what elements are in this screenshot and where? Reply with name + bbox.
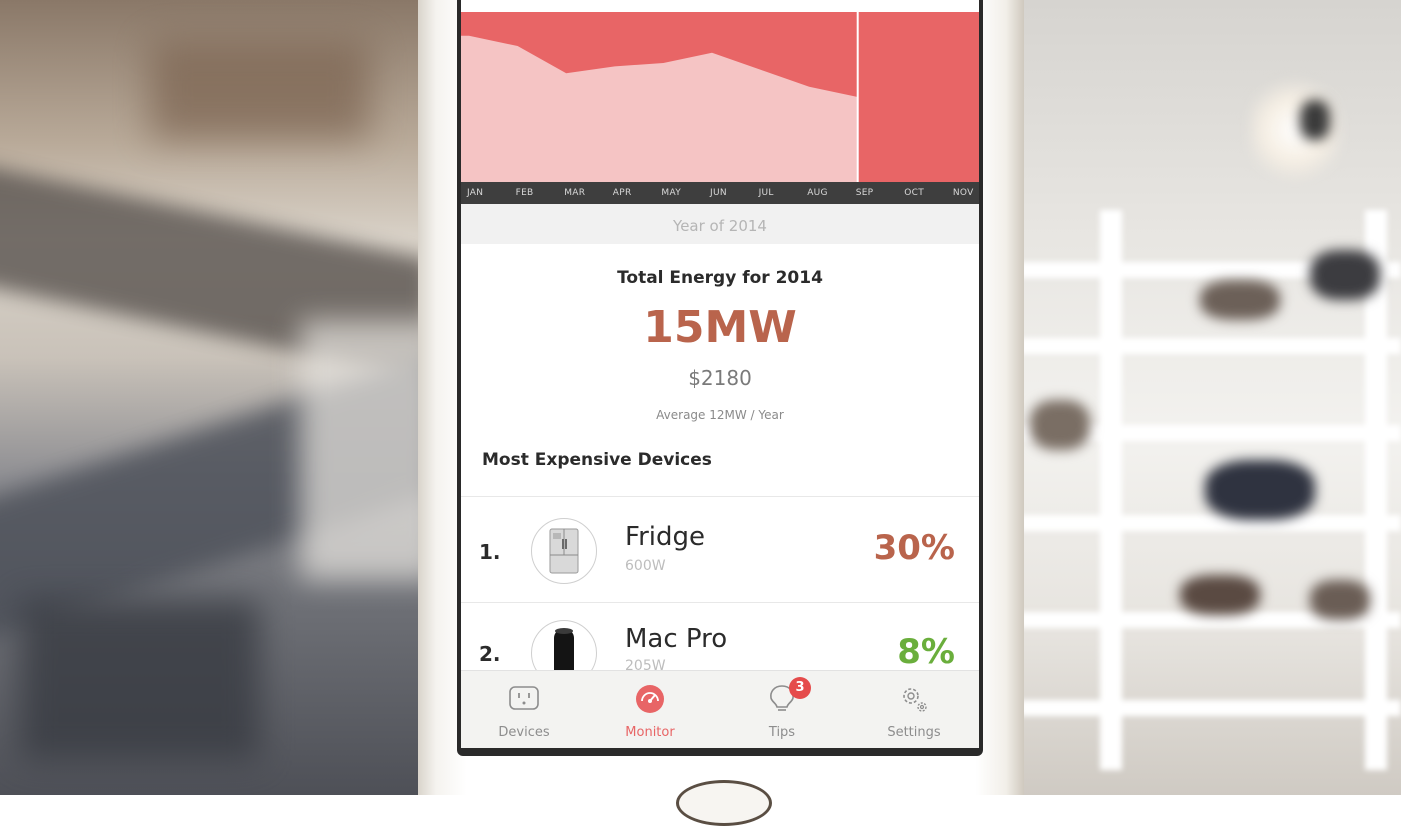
month-tick-may[interactable]: MAY [661, 188, 681, 198]
gear-icon [896, 683, 932, 715]
device-percent: 8% [897, 632, 955, 672]
total-energy-value: 15MW [643, 302, 797, 353]
divider [461, 496, 979, 497]
background-right [1020, 0, 1401, 795]
month-tick-apr[interactable]: APR [613, 188, 632, 198]
device-power: 600W [625, 558, 666, 574]
year-label: Year of 2014 [461, 204, 979, 244]
phone-screen: JAN FEB MAR APR MAY JUN JUL AUG SEP OCT NOV Year o… [457, 0, 983, 756]
month-tick-oct[interactable]: OCT [904, 188, 924, 198]
outlet-icon [506, 683, 542, 715]
month-tick-nov[interactable]: NOV [953, 188, 974, 198]
app-screen: JAN FEB MAR APR MAY JUN JUL AUG SEP OCT NOV Year o… [461, 0, 979, 748]
tab-devices[interactable]: Devices [469, 671, 579, 748]
chart-area-series [461, 35, 858, 182]
month-tick-feb[interactable]: FEB [516, 188, 534, 198]
month-tick-jul[interactable]: JUL [759, 188, 774, 198]
average-energy: Average 12MW / Year [656, 408, 784, 422]
most-expensive-devices-title: Most Expensive Devices [482, 450, 712, 470]
tab-label: Tips [768, 725, 796, 740]
device-name: Mac Pro [625, 624, 728, 654]
energy-chart[interactable] [461, 12, 979, 182]
energy-chart-svg [461, 12, 859, 182]
month-tick-mar[interactable]: MAR [564, 188, 585, 198]
tab-label: Settings [887, 725, 941, 740]
total-energy-title: Total Energy for 2014 [617, 268, 823, 288]
tab-bar: Devices Monitor 3 Tips Settings [461, 670, 979, 748]
tab-settings[interactable]: Settings [859, 671, 969, 748]
month-tick-sep[interactable]: SEP [856, 188, 874, 198]
total-energy-cost: $2180 [688, 366, 752, 390]
month-tick-jan[interactable]: JAN [467, 188, 483, 198]
device-rank: 2. [479, 642, 501, 666]
gauge-icon [632, 683, 668, 715]
device-name: Fridge [625, 522, 705, 552]
month-axis: JAN FEB MAR APR MAY JUN JUL AUG SEP OCT NOV [461, 182, 979, 204]
device-row-fridge[interactable]: 1. Fridge 600W 30% [461, 502, 979, 602]
tab-label: Devices [498, 725, 550, 740]
device-percent: 30% [873, 528, 955, 568]
tab-tips[interactable]: 3 Tips [727, 671, 837, 748]
month-tick-jun[interactable]: JUN [710, 188, 727, 198]
fridge-icon [531, 518, 597, 584]
home-button[interactable] [676, 780, 772, 826]
background-left [0, 0, 430, 795]
tips-badge: 3 [789, 677, 811, 699]
tab-monitor[interactable]: Monitor [595, 671, 705, 748]
tab-label: Monitor [625, 725, 675, 740]
device-rank: 1. [479, 540, 501, 564]
month-tick-aug[interactable]: AUG [807, 188, 828, 198]
